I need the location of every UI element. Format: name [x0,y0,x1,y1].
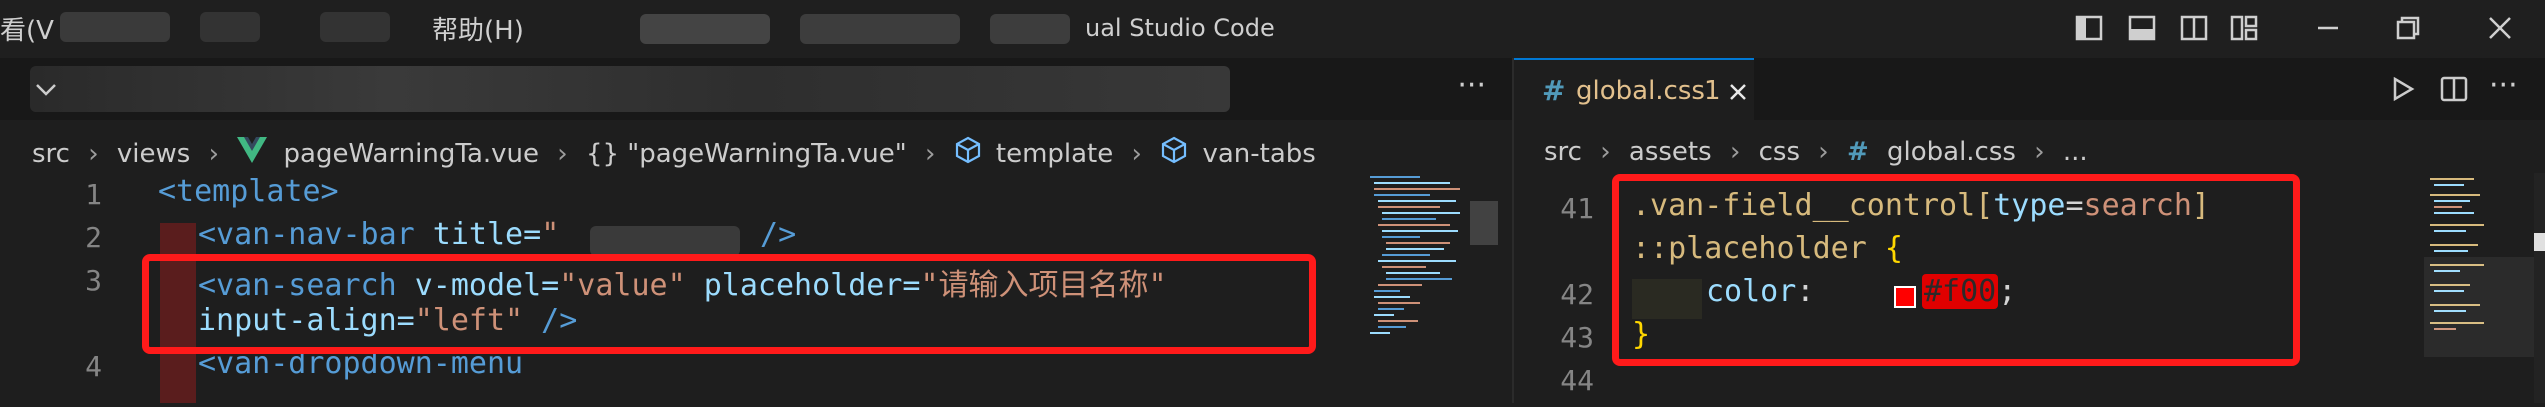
toggle-primary-sidebar-icon[interactable] [2075,14,2103,42]
code-line-2[interactable]: <van-nav-bar title=" [198,217,559,252]
breadcrumb-file[interactable]: pageWarningTa.vue [284,139,539,169]
cube-icon [1160,136,1188,171]
breadcrumb-separator: › [88,138,99,169]
breadcrumb-separator: › [924,138,936,169]
breadcrumb-van-tabs[interactable]: van-tabs [1202,139,1315,169]
line-number: 1 [85,178,102,211]
breadcrumb-views[interactable]: views [117,139,190,169]
title-bar: 看(V 帮助(H) ual Studio Code [0,0,2545,58]
breadcrumb-separator: › [1729,136,1741,167]
run-icon[interactable] [2390,76,2416,102]
highlight-box [142,254,1316,354]
css-file-icon: # [1846,136,1869,167]
split-editor-icon[interactable] [2440,75,2468,103]
code-token: /> [742,217,797,252]
breadcrumb-assets[interactable]: assets [1629,137,1712,167]
breadcrumb-ellipsis[interactable]: ... [2063,137,2088,167]
breadcrumb-separator: › [557,138,568,169]
customize-layout-icon[interactable] [2230,14,2258,42]
code-token: title= [414,217,542,252]
highlight-box [1612,174,2300,366]
breadcrumb-src[interactable]: src [32,139,70,169]
tab-label: global.css [1576,76,1705,106]
minimize-icon[interactable] [2308,8,2348,48]
breadcrumb-module[interactable]: {} "pageWarningTa.vue" [586,139,907,169]
blurred-title-3 [990,14,1070,44]
breadcrumb-separator: › [1600,136,1611,167]
close-tab-icon[interactable] [1728,82,1748,102]
blurred-tabs [30,66,1230,112]
cube-icon [954,136,982,171]
line-number: 2 [85,221,102,254]
restore-icon[interactable] [2388,8,2428,48]
menu-view[interactable]: 看(V [0,10,54,47]
line-number: 42 [1560,278,1594,311]
close-window-icon[interactable] [2480,8,2520,48]
code-line-1[interactable]: <template> [158,174,339,209]
menu-help[interactable]: 帮助(H) [432,10,524,47]
toggle-panel-icon[interactable] [2128,14,2156,42]
tab-global-css[interactable]: # global.css 1 [1514,58,1754,120]
breadcrumb-template[interactable]: template [996,139,1113,169]
left-tab-bar: ··· [0,58,1512,120]
blurred-title-value [590,226,740,256]
right-tab-bar: # global.css 1 ··· [1514,58,2545,120]
code-token: " [541,217,560,252]
blurred-menu-1 [60,12,170,42]
breadcrumb-separator: › [1818,136,1829,167]
more-actions-icon[interactable]: ··· [2489,68,2518,103]
breadcrumb-file[interactable]: global.css [1887,137,2016,167]
line-number: 41 [1560,192,1594,225]
blurred-title-2 [800,14,960,44]
scrollbar-marker [2534,233,2545,251]
toggle-secondary-sidebar-icon[interactable] [2180,14,2208,42]
css-file-icon: # [1542,74,1566,107]
breadcrumb-separator: › [1131,138,1142,169]
line-number: 4 [85,350,102,383]
breadcrumb: src › views › pageWarningTa.vue › {} "pa… [32,136,1316,172]
left-editor-group: ··· src › views › pageWarningTa.vue › {}… [0,58,1512,403]
minimap[interactable] [2424,173,2534,403]
right-editor-group: # global.css 1 ··· src › assets › css › … [1512,58,2545,403]
vue-file-icon [237,137,268,170]
line-number: 43 [1560,321,1594,354]
minimap[interactable] [1360,173,1470,403]
line-number: 3 [85,264,102,297]
blurred-title-1 [640,14,770,44]
line-number: 44 [1560,364,1594,397]
breadcrumb: src › assets › css › # global.css › ... [1544,136,2088,172]
breadcrumb-separator: › [2034,136,2045,167]
blurred-menu-3 [320,12,390,42]
window-title: ual Studio Code [1085,14,1275,42]
blurred-menu-2 [200,12,260,42]
problem-count-badge: 1 [1704,76,1721,106]
more-actions-icon[interactable]: ··· [1457,68,1486,103]
breadcrumb-css[interactable]: css [1759,137,1800,167]
breadcrumb-separator: › [208,138,219,169]
chevron-down-icon[interactable] [34,82,58,98]
code-token: /> [742,217,796,252]
code-token: <template> [158,174,339,209]
code-token: <van-nav-bar [198,217,415,252]
breadcrumb-src[interactable]: src [1544,137,1582,167]
scrollbar-track[interactable] [2534,173,2545,403]
scrollbar-thumb[interactable] [1470,201,1498,245]
